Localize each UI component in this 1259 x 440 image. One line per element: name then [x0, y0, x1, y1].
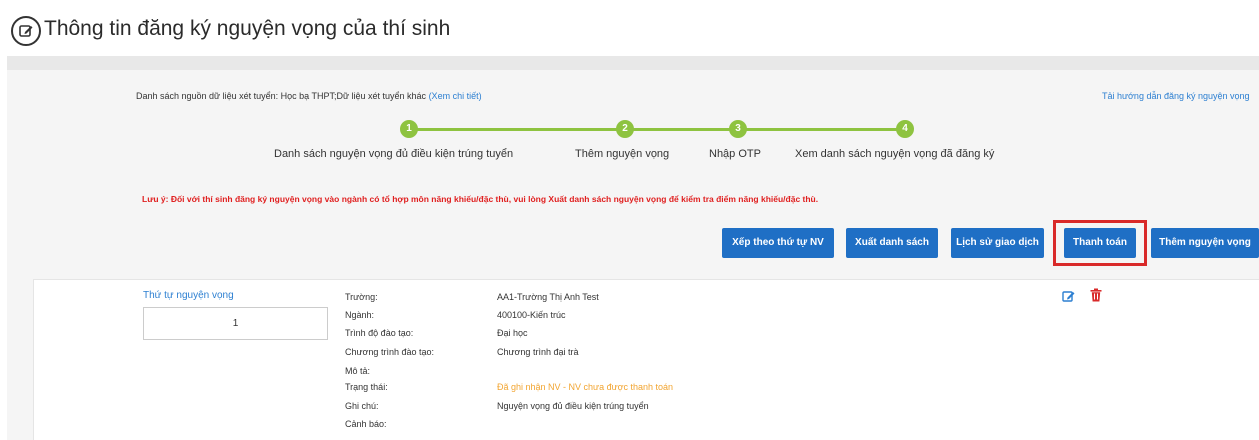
- level-label: Trình độ đào tạo:: [345, 328, 414, 338]
- status-label: Trạng thái:: [345, 382, 388, 392]
- program-label: Chương trình đào tạo:: [345, 347, 434, 357]
- program-value: Chương trình đại trà: [497, 347, 579, 357]
- wish-card: [33, 279, 1259, 440]
- wish-order-input[interactable]: 1: [143, 307, 328, 340]
- major-label: Ngành:: [345, 310, 375, 320]
- step-2-dot: 2: [616, 120, 634, 138]
- transaction-history-button[interactable]: Lịch sử giao dịch: [951, 228, 1044, 258]
- step-1-dot: 1: [400, 120, 418, 138]
- edit-circle-icon: [11, 16, 41, 46]
- step-3-dot: 3: [729, 120, 747, 138]
- step-3-label[interactable]: Nhập OTP: [709, 148, 761, 160]
- page-title: Thông tin đăng ký nguyện vọng của thí si…: [44, 17, 451, 40]
- school-label: Trường:: [345, 292, 378, 302]
- step-2-label[interactable]: Thêm nguyện vọng: [575, 148, 669, 160]
- note-value: Nguyện vọng đủ điều kiện trúng tuyển: [497, 401, 649, 411]
- warning-note: Lưu ý: Đối với thí sinh đăng ký nguyện v…: [142, 194, 819, 204]
- step-1-label[interactable]: Danh sách nguyện vọng đủ điều kiện trúng…: [274, 148, 513, 160]
- guide-download-link[interactable]: Tải hướng dẫn đăng ký nguyện vọng: [1102, 91, 1250, 101]
- data-source-line: Danh sách nguồn dữ liệu xét tuyển: Học b…: [136, 91, 482, 101]
- view-detail-link[interactable]: (Xem chi tiết): [429, 91, 482, 101]
- major-value: 400100-Kiến trúc: [497, 310, 566, 320]
- sort-by-order-button[interactable]: Xếp theo thứ tự NV: [722, 228, 834, 258]
- header-divider: [7, 56, 1259, 70]
- step-4-dot: 4: [896, 120, 914, 138]
- stepper-line: [409, 128, 905, 131]
- level-value: Đại học: [497, 328, 528, 338]
- school-value: AA1-Trường Thị Anh Test: [497, 292, 599, 302]
- warning-label: Cảnh báo:: [345, 419, 387, 429]
- status-value: Đã ghi nhận NV - NV chưa được thanh toán: [497, 382, 674, 392]
- payment-highlight-box: [1053, 220, 1147, 266]
- delete-icon[interactable]: [1090, 288, 1102, 302]
- note-label: Ghi chú:: [345, 401, 379, 411]
- export-list-button[interactable]: Xuất danh sách: [846, 228, 938, 258]
- wish-order-label: Thứ tự nguyện vọng: [143, 290, 234, 301]
- page-header: Thông tin đăng ký nguyện vọng của thí si…: [0, 0, 1259, 56]
- edit-icon[interactable]: [1062, 289, 1076, 303]
- description-label: Mô tả:: [345, 366, 371, 376]
- step-4-label[interactable]: Xem danh sách nguyện vọng đã đăng ký: [795, 148, 994, 160]
- add-wish-button[interactable]: Thêm nguyện vọng: [1151, 228, 1259, 258]
- data-source-text: Danh sách nguồn dữ liệu xét tuyển: Học b…: [136, 91, 427, 101]
